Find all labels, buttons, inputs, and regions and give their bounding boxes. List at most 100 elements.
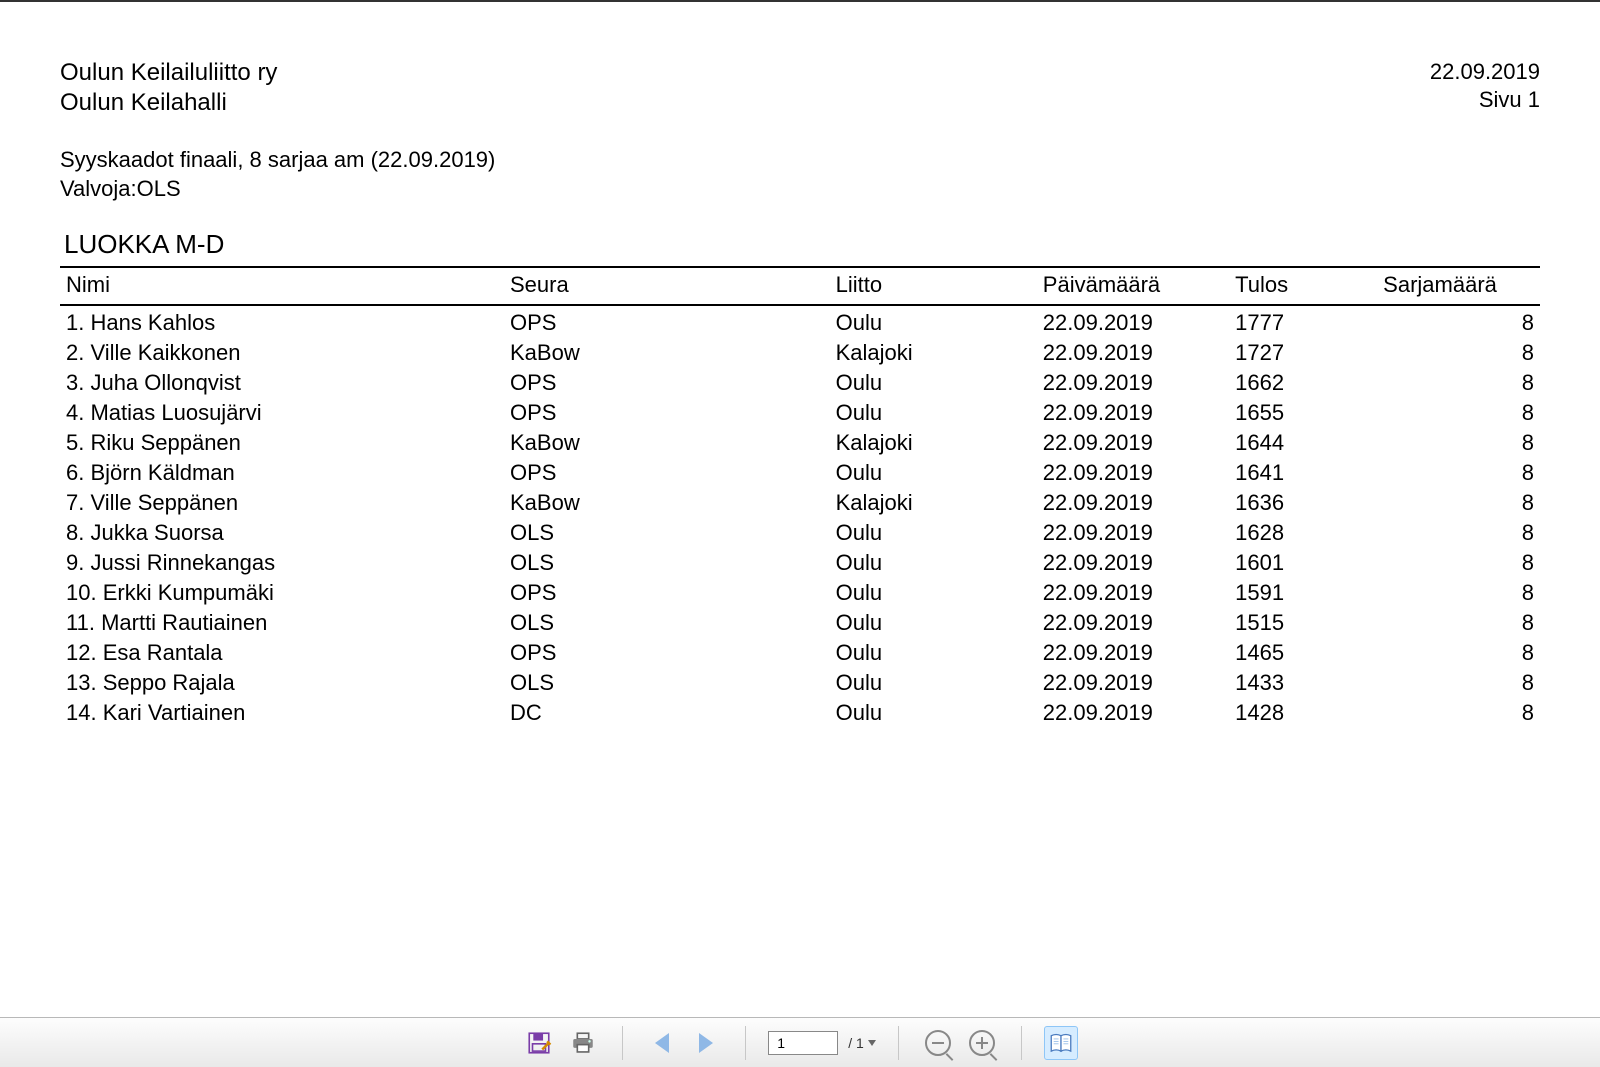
cell-name: 7. Ville Seppänen <box>60 488 504 518</box>
cell-series: 8 <box>1377 548 1540 578</box>
cell-date: 22.09.2019 <box>1037 608 1229 638</box>
cell-assoc: Oulu <box>830 368 1037 398</box>
cell-assoc: Oulu <box>830 308 1037 338</box>
cell-assoc: Oulu <box>830 398 1037 428</box>
cell-series: 8 <box>1377 608 1540 638</box>
cell-date: 22.09.2019 <box>1037 698 1229 728</box>
zoom-out-button[interactable] <box>921 1026 955 1060</box>
venue-name: Oulun Keilahalli <box>60 88 277 118</box>
cell-score: 1644 <box>1229 428 1377 458</box>
table-row: 2. Ville KaikkonenKaBowKalajoki22.09.201… <box>60 338 1540 368</box>
cell-club: OPS <box>504 578 830 608</box>
cell-name: 6. Björn Käldman <box>60 458 504 488</box>
table-row: 8. Jukka SuorsaOLSOulu22.09.201916288 <box>60 518 1540 548</box>
cell-name: 14. Kari Vartiainen <box>60 698 504 728</box>
cell-date: 22.09.2019 <box>1037 488 1229 518</box>
cell-name: 10. Erkki Kumpumäki <box>60 578 504 608</box>
table-row: 10. Erkki KumpumäkiOPSOulu22.09.20191591… <box>60 578 1540 608</box>
cell-score: 1591 <box>1229 578 1377 608</box>
cell-score: 1428 <box>1229 698 1377 728</box>
cell-name: 11. Martti Rautiainen <box>60 608 504 638</box>
cell-date: 22.09.2019 <box>1037 338 1229 368</box>
table-row: 6. Björn KäldmanOPSOulu22.09.201916418 <box>60 458 1540 488</box>
cell-club: OLS <box>504 668 830 698</box>
cell-club: DC <box>504 698 830 728</box>
event-title: Syyskaadot finaali, 8 sarjaa am (22.09.2… <box>60 146 1540 175</box>
section-title: LUOKKA M-D <box>64 229 1540 260</box>
page-header: Oulun Keilailuliitto ry Oulun Keilahalli… <box>60 58 1540 118</box>
cell-series: 8 <box>1377 428 1540 458</box>
cell-date: 22.09.2019 <box>1037 458 1229 488</box>
col-tulos: Tulos <box>1229 267 1377 305</box>
cell-club: OLS <box>504 518 830 548</box>
cell-name: 4. Matias Luosujärvi <box>60 398 504 428</box>
results-table: Nimi Seura Liitto Päivämäärä Tulos Sarja… <box>60 266 1540 728</box>
cell-series: 8 <box>1377 698 1540 728</box>
cell-assoc: Oulu <box>830 698 1037 728</box>
cell-name: 13. Seppo Rajala <box>60 668 504 698</box>
col-liitto: Liitto <box>830 267 1037 305</box>
cell-club: OPS <box>504 308 830 338</box>
cell-series: 8 <box>1377 338 1540 368</box>
cell-name: 5. Riku Seppänen <box>60 428 504 458</box>
cell-series: 8 <box>1377 488 1540 518</box>
cell-score: 1636 <box>1229 488 1377 518</box>
col-nimi: Nimi <box>60 267 504 305</box>
cell-series: 8 <box>1377 458 1540 488</box>
page-number-input[interactable] <box>768 1031 838 1055</box>
next-page-button[interactable] <box>689 1026 723 1060</box>
page-total-label: / 1 <box>848 1035 864 1051</box>
cell-club: OLS <box>504 548 830 578</box>
cell-date: 22.09.2019 <box>1037 368 1229 398</box>
cell-date: 22.09.2019 <box>1037 518 1229 548</box>
cell-assoc: Oulu <box>830 638 1037 668</box>
cell-assoc: Kalajoki <box>830 428 1037 458</box>
cell-name: 9. Jussi Rinnekangas <box>60 548 504 578</box>
zoom-in-button[interactable] <box>965 1026 999 1060</box>
cell-score: 1641 <box>1229 458 1377 488</box>
magnify-minus-icon <box>925 1030 951 1056</box>
cell-club: OLS <box>504 608 830 638</box>
cell-series: 8 <box>1377 578 1540 608</box>
cell-club: OPS <box>504 368 830 398</box>
report-date: 22.09.2019 <box>1430 58 1540 86</box>
save-button[interactable] <box>522 1026 556 1060</box>
cell-club: OPS <box>504 398 830 428</box>
cell-date: 22.09.2019 <box>1037 668 1229 698</box>
col-pvm: Päivämäärä <box>1037 267 1229 305</box>
cell-assoc: Oulu <box>830 458 1037 488</box>
document-page: Oulun Keilailuliitto ry Oulun Keilahalli… <box>0 0 1600 1017</box>
table-row: 3. Juha OllonqvistOPSOulu22.09.201916628 <box>60 368 1540 398</box>
viewer-area[interactable]: Oulun Keilailuliitto ry Oulun Keilahalli… <box>0 0 1600 1017</box>
printer-icon <box>570 1030 596 1056</box>
table-row: 13. Seppo RajalaOLSOulu22.09.201914338 <box>60 668 1540 698</box>
page-number: Sivu 1 <box>1430 86 1540 114</box>
cell-club: KaBow <box>504 338 830 368</box>
cell-score: 1515 <box>1229 608 1377 638</box>
print-button[interactable] <box>566 1026 600 1060</box>
cell-assoc: Kalajoki <box>830 338 1037 368</box>
two-page-view-button[interactable] <box>1044 1026 1078 1060</box>
cell-score: 1727 <box>1229 338 1377 368</box>
cell-assoc: Oulu <box>830 548 1037 578</box>
cell-club: KaBow <box>504 428 830 458</box>
cell-score: 1601 <box>1229 548 1377 578</box>
prev-page-button[interactable] <box>645 1026 679 1060</box>
cell-name: 2. Ville Kaikkonen <box>60 338 504 368</box>
cell-series: 8 <box>1377 518 1540 548</box>
cell-name: 12. Esa Rantala <box>60 638 504 668</box>
table-row: 4. Matias LuosujärviOPSOulu22.09.2019165… <box>60 398 1540 428</box>
cell-date: 22.09.2019 <box>1037 308 1229 338</box>
cell-club: OPS <box>504 638 830 668</box>
cell-score: 1662 <box>1229 368 1377 398</box>
cell-series: 8 <box>1377 308 1540 338</box>
table-row: 5. Riku SeppänenKaBowKalajoki22.09.20191… <box>60 428 1540 458</box>
chevron-down-icon[interactable] <box>868 1040 876 1046</box>
cell-assoc: Kalajoki <box>830 488 1037 518</box>
table-row: 14. Kari VartiainenDCOulu22.09.201914288 <box>60 698 1540 728</box>
table-row: 1. Hans KahlosOPSOulu22.09.201917778 <box>60 308 1540 338</box>
col-sarja: Sarjamäärä <box>1377 267 1540 305</box>
cell-series: 8 <box>1377 398 1540 428</box>
cell-club: KaBow <box>504 488 830 518</box>
cell-score: 1655 <box>1229 398 1377 428</box>
